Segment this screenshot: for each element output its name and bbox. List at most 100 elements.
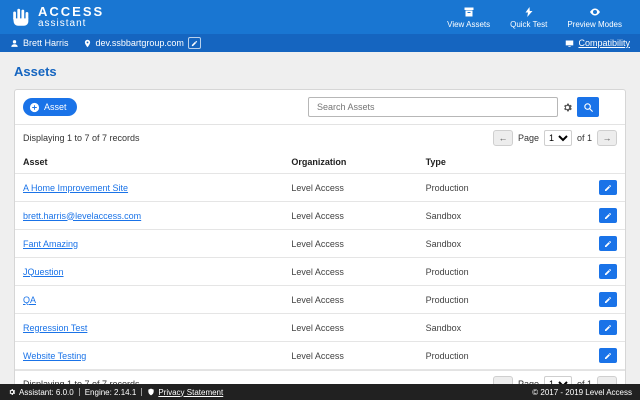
table-row: Fant Amazing Level Access Sandbox <box>15 230 625 258</box>
of-label: of 1 <box>577 133 592 143</box>
edit-asset-button[interactable] <box>599 320 617 335</box>
top-header: ACCESS assistant View Assets Quick Test … <box>0 0 640 34</box>
pencil-icon <box>604 240 612 248</box>
pencil-icon <box>604 324 612 332</box>
logo-title: ACCESS <box>38 5 104 18</box>
type-cell: Production <box>418 342 577 370</box>
asset-link[interactable]: Website Testing <box>23 351 86 361</box>
organization-cell: Level Access <box>283 286 417 314</box>
edit-asset-button[interactable] <box>599 208 617 223</box>
type-cell: Sandbox <box>418 314 577 342</box>
main-content: Assets Asset <box>0 52 640 384</box>
pagination-top: ← Page 1 of 1 → <box>493 130 617 146</box>
user-name: Brett Harris <box>23 38 69 48</box>
organization-cell: Level Access <box>283 230 417 258</box>
type-cell: Production <box>418 258 577 286</box>
edit-asset-button[interactable] <box>599 348 617 363</box>
user-bar: Brett Harris dev.ssbbartgroup.com Compat… <box>0 34 640 52</box>
pencil-icon <box>604 184 612 192</box>
asset-link[interactable]: JQuestion <box>23 267 64 277</box>
compatibility-label: Compatibility <box>578 38 630 48</box>
edit-asset-button[interactable] <box>599 264 617 279</box>
next-page-button[interactable]: → <box>597 130 617 146</box>
column-header-type: Type <box>418 151 577 174</box>
records-row-top: Displaying 1 to 7 of 7 records ← Page 1 … <box>15 125 625 151</box>
records-row-bottom: Displaying 1 to 7 of 7 records ← Page 1 … <box>15 370 625 384</box>
pencil-icon <box>604 296 612 304</box>
column-header-organization: Organization <box>283 151 417 174</box>
domain-text: dev.ssbbartgroup.com <box>96 38 184 48</box>
asset-link[interactable]: QA <box>23 295 36 305</box>
page-title: Assets <box>14 64 626 79</box>
add-asset-button[interactable]: Asset <box>23 98 77 116</box>
type-cell: Sandbox <box>418 202 577 230</box>
edit-asset-button[interactable] <box>599 236 617 251</box>
records-summary: Displaying 1 to 7 of 7 records <box>23 133 140 143</box>
privacy-statement: Privacy Statement <box>147 388 223 397</box>
page-select[interactable]: 1 <box>544 130 572 146</box>
add-asset-label: Asset <box>44 102 67 112</box>
organization-cell: Level Access <box>283 314 417 342</box>
asset-link[interactable]: brett.harris@levelaccess.com <box>23 211 141 221</box>
advanced-search-button[interactable] <box>561 101 574 114</box>
assets-table: Asset Organization Type A Home Improveme… <box>15 151 625 370</box>
page-select[interactable]: 1 <box>544 376 572 384</box>
preview-modes-button[interactable]: Preview Modes <box>559 4 630 31</box>
table-row: Website Testing Level Access Production <box>15 342 625 370</box>
eye-icon <box>589 6 601 18</box>
search-bar <box>308 97 599 117</box>
assets-box-icon <box>463 6 475 18</box>
prev-page-button[interactable]: ← <box>493 376 513 384</box>
assets-card: Asset Displaying 1 to 7 of 7 records <box>14 89 626 384</box>
type-cell: Sandbox <box>418 230 577 258</box>
type-cell: Production <box>418 174 577 202</box>
edit-domain-button[interactable] <box>188 37 201 49</box>
search-button[interactable] <box>577 97 599 117</box>
logo: ACCESS assistant <box>10 5 104 29</box>
monitor-icon <box>565 39 574 48</box>
view-assets-button[interactable]: View Assets <box>439 4 498 31</box>
magnifier-icon <box>583 102 594 113</box>
compatibility-link[interactable]: Compatibility <box>565 38 630 48</box>
nav-label: View Assets <box>447 20 490 29</box>
organization-cell: Level Access <box>283 202 417 230</box>
gear-icon <box>8 388 16 396</box>
footer: Assistant: 6.0.0 Engine: 2.14.1 Privacy … <box>0 384 640 400</box>
footer-divider <box>141 388 142 396</box>
organization-cell: Level Access <box>283 258 417 286</box>
type-cell: Production <box>418 286 577 314</box>
privacy-statement-link[interactable]: Privacy Statement <box>158 388 223 397</box>
assistant-version: Assistant: 6.0.0 <box>8 388 74 397</box>
shield-icon <box>147 388 155 396</box>
table-row: JQuestion Level Access Production <box>15 258 625 286</box>
table-row: Regression Test Level Access Sandbox <box>15 314 625 342</box>
column-header-asset: Asset <box>15 151 283 174</box>
pencil-icon <box>604 212 612 220</box>
nav-label: Quick Test <box>510 20 547 29</box>
edit-asset-button[interactable] <box>599 292 617 307</box>
prev-page-button[interactable]: ← <box>493 130 513 146</box>
logo-subtitle: assistant <box>38 19 104 29</box>
edit-asset-button[interactable] <box>599 180 617 195</box>
page-label: Page <box>518 133 539 143</box>
column-header-actions <box>576 151 625 174</box>
pencil-icon <box>191 40 198 47</box>
level-access-hand-icon <box>10 6 32 28</box>
nav-label: Preview Modes <box>567 20 622 29</box>
current-user: Brett Harris <box>10 38 69 48</box>
pencil-icon <box>604 268 612 276</box>
asset-link[interactable]: Regression Test <box>23 323 87 333</box>
next-page-button[interactable]: → <box>597 376 617 384</box>
table-row: QA Level Access Production <box>15 286 625 314</box>
search-input[interactable] <box>308 97 558 117</box>
engine-version: Engine: 2.14.1 <box>85 388 137 397</box>
plus-circle-icon <box>29 102 40 113</box>
top-nav: View Assets Quick Test Preview Modes <box>439 4 630 31</box>
footer-divider <box>79 388 80 396</box>
asset-link[interactable]: A Home Improvement Site <box>23 183 128 193</box>
asset-link[interactable]: Fant Amazing <box>23 239 78 249</box>
assets-toolbar: Asset <box>15 90 625 125</box>
table-header-row: Asset Organization Type <box>15 151 625 174</box>
pencil-icon <box>604 352 612 360</box>
quick-test-button[interactable]: Quick Test <box>502 4 555 31</box>
